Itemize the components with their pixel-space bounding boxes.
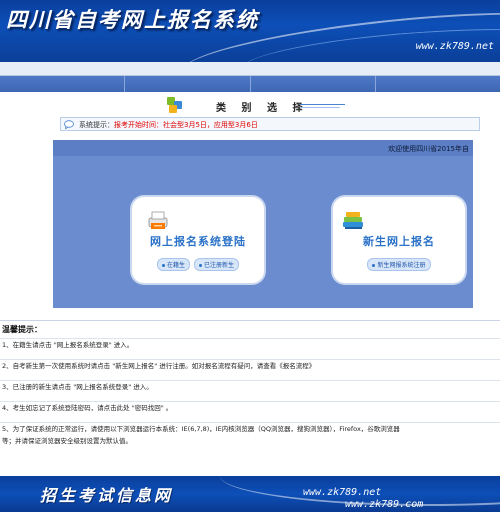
- enrolled-student-link[interactable]: 在籍生: [157, 258, 191, 271]
- cubes-icon: [165, 95, 185, 113]
- tip-item: 3、已注册的新生请点击 "网上报名系统登录" 进入。: [0, 380, 500, 394]
- site-title: 四川省自考网上报名系统: [6, 8, 259, 32]
- heading-rule-2: [300, 107, 340, 108]
- site-url: www.zk789.net: [415, 41, 494, 52]
- category-heading: 类 别 选 择: [0, 94, 500, 116]
- register-card[interactable]: 新生网上报名 新生网报系统注册: [333, 197, 465, 283]
- nav-cell[interactable]: [251, 76, 376, 92]
- register-links: 新生网报系统注册: [333, 258, 465, 271]
- login-card[interactable]: 网上报名系统登陆 在籍生 已注册新生: [132, 197, 264, 283]
- speech-bubble-icon: [64, 120, 74, 129]
- welcome-text: 欢迎使用四川省2015年自: [388, 145, 469, 153]
- header-banner: 四川省自考网上报名系统 www.zk789.net: [0, 0, 500, 62]
- new-student-register-link[interactable]: 新生网报系统注册: [367, 258, 431, 271]
- nav-cell[interactable]: [125, 76, 251, 92]
- notice-prefix: 系统提示：: [79, 121, 114, 129]
- registered-new-student-link[interactable]: 已注册新生: [193, 258, 239, 271]
- login-title[interactable]: 网上报名系统登陆: [132, 233, 264, 249]
- heading-rule: [300, 104, 345, 105]
- tip-item[interactable]: 4、考生如忘记了系统登陆密码，请点击此处 "密码找回" 。: [0, 401, 500, 415]
- category-label: 类 别 选 择: [216, 103, 309, 114]
- tips-section: 温馨提示： 1、在籍生请点击 "网上报名系统登录" 进入。 2、自考新生第一次使…: [0, 320, 500, 475]
- tip-item: 1、在籍生请点击 "网上报名系统登录" 进入。: [0, 338, 500, 352]
- printer-icon: [148, 211, 168, 229]
- tips-heading: 温馨提示：: [2, 325, 42, 334]
- nav-bar: [0, 76, 500, 92]
- footer-title: 招生考试信息网: [40, 486, 174, 505]
- tip-item-continued: 等；并请保证浏览器安全级别设置为默认值。: [2, 437, 132, 445]
- nav-cell[interactable]: [376, 76, 500, 92]
- login-links: 在籍生 已注册新生: [132, 258, 264, 271]
- system-notice: 系统提示：报考开始时间：社会型3月5日，应用型3月6日: [60, 117, 480, 131]
- footer-url-net: www.zk789.net: [303, 487, 382, 498]
- top-strip: [0, 62, 500, 76]
- footer-banner: 招生考试信息网 www.zk789.net www.zk789.com: [0, 476, 500, 512]
- books-icon: [343, 212, 363, 229]
- footer-url-com: www.zk789.com: [345, 499, 424, 510]
- main-panel: 欢迎使用四川省2015年自 网上报名系统登陆 在籍生 已注册新生 新生网上报名 …: [53, 140, 473, 308]
- tip-item[interactable]: 2、自考新生第一次使用系统时请点击 "新生网上报名" 进行注册。如对报名流程有疑…: [0, 359, 500, 373]
- register-title[interactable]: 新生网上报名: [333, 233, 465, 249]
- nav-cell[interactable]: [0, 76, 126, 92]
- notice-highlight: 报考开始时间：社会型3月5日，应用型3月6日: [114, 121, 258, 129]
- notice-text: 系统提示：报考开始时间：社会型3月5日，应用型3月6日: [79, 120, 258, 130]
- tip-item: 5、为了保证系统的正常运行，请使用以下浏览器运行本系统：IE(6,7,8)，IE…: [0, 422, 500, 436]
